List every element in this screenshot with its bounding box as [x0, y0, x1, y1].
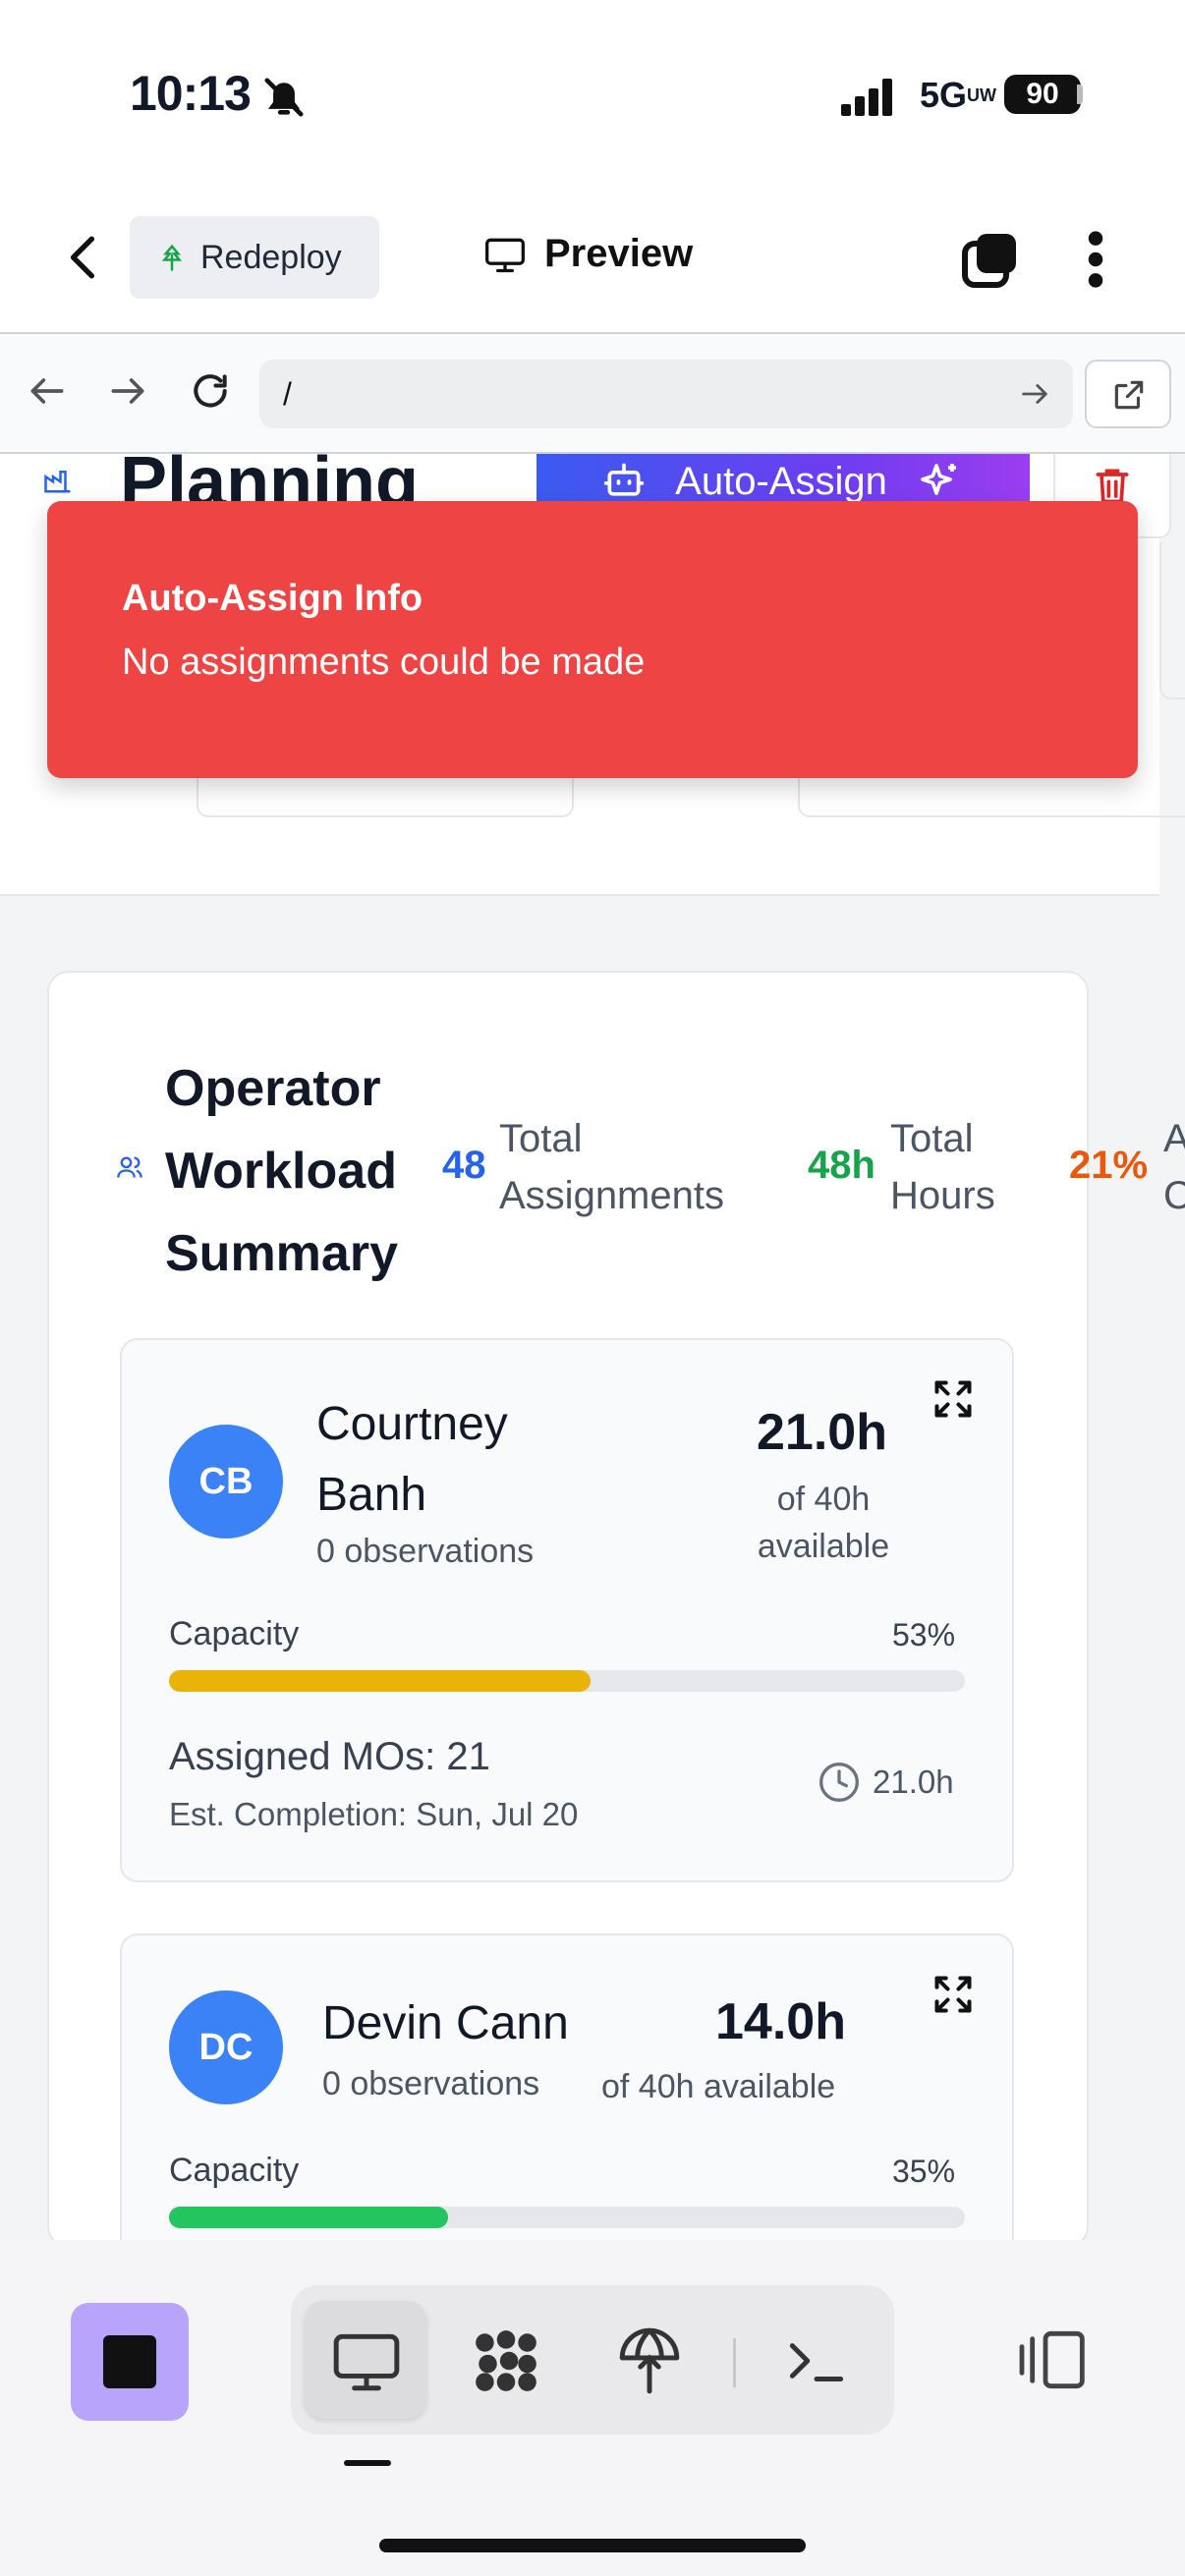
monitor-icon[interactable]: [330, 2324, 403, 2397]
deploy-icon[interactable]: [613, 2324, 686, 2397]
bell-slash-icon: [264, 78, 304, 117]
expand-icon[interactable]: [931, 1377, 975, 1421]
capacity-percent: 35%: [892, 2154, 956, 2189]
preview-label: Preview: [544, 232, 694, 275]
stat-value: 48: [442, 1144, 486, 1187]
operator-available: of 40h available: [757, 1481, 890, 1565]
operator-time: 21.0h: [818, 1761, 954, 1804]
url-text: /: [283, 375, 292, 412]
home-indicator: [379, 2539, 806, 2552]
back-button[interactable]: [59, 228, 108, 287]
battery-indicator: 90: [1004, 75, 1081, 114]
est-completion: Est. Completion: Sun, Jul 20: [169, 1796, 579, 1832]
filter-box[interactable]: [1159, 542, 1185, 700]
stat-label: Total Hours: [890, 1117, 995, 1217]
sparkles-icon: [921, 464, 956, 495]
avatar: DC: [169, 1990, 283, 2104]
toast-notification[interactable]: Auto-Assign Info No assignments could be…: [47, 501, 1138, 778]
stat-label: A C: [1163, 1117, 1185, 1217]
toolbar-divider: [733, 2338, 736, 2387]
robot-icon: [603, 463, 645, 496]
capacity-bar-fill: [169, 2207, 448, 2228]
users-icon: [117, 1156, 142, 1178]
monitor-icon: [485, 238, 525, 272]
assigned-mos: Assigned MOs: 21: [169, 1735, 490, 1778]
operator-hours: 14.0h: [715, 1993, 846, 2050]
capacity-label: Capacity: [169, 2152, 300, 2189]
more-vertical-icon[interactable]: [1081, 228, 1110, 291]
filter-box[interactable]: [197, 776, 574, 817]
reload-icon[interactable]: [189, 369, 232, 413]
open-external-button[interactable]: [1085, 360, 1171, 428]
redeploy-button[interactable]: Redeploy: [130, 216, 379, 299]
active-tab-indicator: [344, 2460, 391, 2466]
capacity-bar: [169, 2207, 965, 2228]
expand-icon[interactable]: [931, 1973, 975, 2016]
operator-time-value: 21.0h: [873, 1764, 954, 1800]
browser-forward-icon[interactable]: [106, 369, 149, 413]
tabs-icon[interactable]: [959, 228, 1022, 291]
stop-button[interactable]: [71, 2303, 189, 2421]
auto-assign-label: Auto-Assign: [675, 459, 887, 503]
stat-value: 48h: [808, 1144, 875, 1187]
toast-message: No assignments could be made: [122, 642, 646, 683]
stat-value: 21%: [1069, 1144, 1149, 1187]
operator-card[interactable]: [120, 1933, 1014, 2287]
operator-name: Devin Cann: [322, 1997, 569, 2049]
redeploy-label: Redeploy: [200, 238, 342, 276]
operator-available: of 40h available: [601, 2068, 836, 2105]
operator-observations: 0 observations: [316, 1533, 535, 1570]
avatar: CB: [169, 1425, 283, 1539]
capacity-bar: [169, 1670, 965, 1692]
sidebar-toggle-icon[interactable]: [1016, 2328, 1091, 2391]
capacity-bar-fill: [169, 1670, 592, 1692]
summary-title: Operator Workload Summary: [165, 1060, 398, 1282]
battery-tip: [1077, 84, 1083, 104]
toast-title: Auto-Assign Info: [122, 578, 423, 619]
stop-icon: [103, 2335, 156, 2388]
clock-icon: [819, 1763, 859, 1802]
tree-icon: [161, 244, 183, 271]
capacity-label: Capacity: [169, 1615, 300, 1652]
preview-tab[interactable]: Preview: [483, 232, 693, 276]
apps-icon[interactable]: [470, 2324, 542, 2397]
browser-back-icon[interactable]: [26, 369, 69, 413]
url-input[interactable]: /: [259, 360, 1073, 428]
stat-label: Total Assignments: [499, 1117, 724, 1217]
signal-icon: [841, 77, 900, 116]
operator-name: Courtney Banh: [316, 1398, 508, 1521]
go-arrow-icon[interactable]: [1018, 377, 1051, 411]
factory-icon: [44, 471, 71, 493]
operator-observations: 0 observations: [322, 2065, 540, 2102]
capacity-percent: 53%: [892, 1617, 956, 1652]
network-type: 5GUW: [920, 75, 997, 115]
external-link-icon: [1114, 380, 1144, 410]
operator-hours: 21.0h: [757, 1404, 887, 1461]
terminal-icon[interactable]: [780, 2324, 853, 2397]
status-time: 10:13: [130, 66, 252, 121]
